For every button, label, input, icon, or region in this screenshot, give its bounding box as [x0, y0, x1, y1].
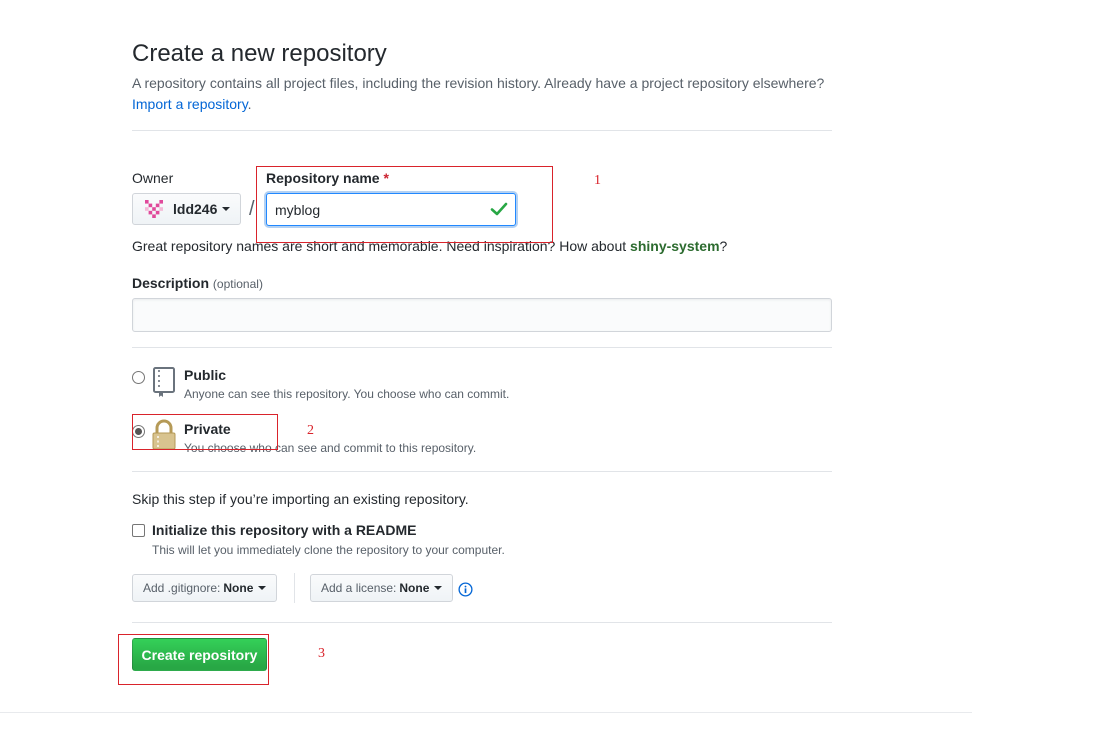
name-hint-text: Great repository names are short and mem…	[132, 238, 627, 254]
license-label: Add a license:	[321, 581, 397, 595]
owner-name: ldd246	[173, 201, 218, 217]
public-title: Public	[184, 367, 227, 383]
page-subtitle: A repository contains all project files,…	[132, 73, 852, 115]
divider	[132, 471, 832, 472]
repo-name-input[interactable]	[266, 193, 516, 226]
divider	[132, 622, 832, 623]
select-separator	[294, 573, 295, 603]
import-repository-link[interactable]: Import a repository	[132, 96, 248, 112]
readme-note: This will let you immediately clone the …	[152, 543, 505, 557]
description-label: Description (optional)	[132, 275, 263, 291]
repo-name-label: Repository name *	[266, 170, 389, 186]
check-icon	[490, 202, 508, 216]
repo-book-icon	[153, 367, 175, 397]
license-value: None	[399, 581, 430, 595]
annotation-number-1: 1	[594, 173, 601, 188]
owner-label: Owner	[132, 170, 174, 186]
identicon-avatar	[145, 200, 163, 218]
license-select[interactable]: Add a license: None	[310, 574, 454, 602]
gitignore-value: None	[223, 581, 254, 595]
private-radio[interactable]	[132, 425, 145, 438]
gitignore-select[interactable]: Add .gitignore: None	[132, 574, 278, 602]
readme-label[interactable]: Initialize this repository with a README	[152, 522, 416, 538]
description-label-text: Description	[132, 275, 210, 291]
page-title: Create a new repository	[132, 40, 387, 67]
name-suggestion[interactable]: shiny-system	[630, 238, 719, 254]
annotation-number-2: 2	[307, 423, 314, 438]
create-repository-button[interactable]: Create repository	[132, 638, 267, 671]
repo-name-label-text: Repository name	[266, 170, 380, 186]
owner-repo-separator: /	[249, 198, 255, 220]
readme-checkbox[interactable]	[132, 524, 145, 537]
subtitle-text: A repository contains all project files,…	[132, 75, 825, 91]
public-radio[interactable]	[132, 371, 145, 384]
gitignore-label: Add .gitignore:	[143, 581, 221, 595]
import-suffix: .	[247, 96, 252, 112]
caret-down-icon	[258, 586, 267, 590]
divider	[132, 347, 832, 348]
description-input[interactable]	[132, 298, 832, 332]
optional-tag: (optional)	[212, 277, 263, 291]
owner-select[interactable]: ldd246	[132, 193, 241, 225]
info-icon[interactable]	[458, 582, 473, 597]
caret-down-icon	[434, 586, 443, 590]
caret-down-icon	[222, 207, 231, 211]
name-hint: Great repository names are short and mem…	[132, 238, 727, 254]
divider	[132, 130, 832, 131]
footer-divider	[0, 712, 972, 713]
skip-note: Skip this step if you’re importing an ex…	[132, 491, 469, 507]
name-hint-suffix: ?	[719, 238, 728, 254]
private-title: Private	[184, 421, 231, 437]
private-note: You choose who can see and commit to thi…	[184, 441, 477, 455]
lock-icon	[152, 419, 176, 450]
public-note: Anyone can see this repository. You choo…	[184, 387, 510, 401]
required-asterisk: *	[383, 170, 389, 186]
annotation-number-3: 3	[318, 646, 325, 661]
